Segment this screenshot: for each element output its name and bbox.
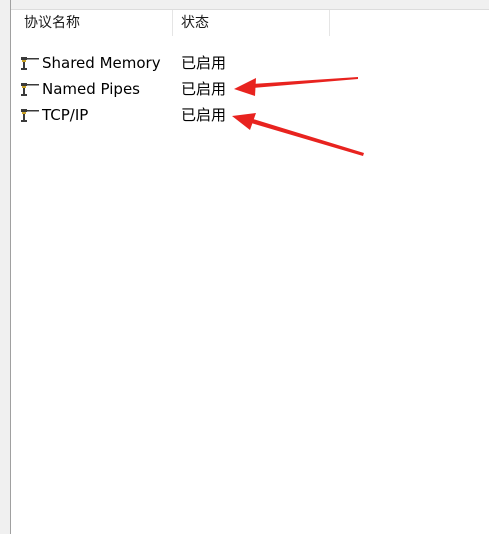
protocol-icon [21, 109, 39, 122]
protocol-icon [21, 57, 39, 70]
protocol-name-label: Named Pipes [42, 80, 140, 98]
column-header-status[interactable]: 状态 [172, 10, 329, 36]
list-item-named-pipes[interactable]: Named Pipes 已启用 [11, 76, 489, 102]
protocol-status-cell: 已启用 [181, 80, 227, 98]
protocol-list-view[interactable]: 协议名称 状态 Shared Memory 已启用 Named Pipes 已启… [11, 9, 489, 535]
protocol-list-window: 协议名称 状态 Shared Memory 已启用 Named Pipes 已启… [0, 0, 489, 535]
protocol-name-label: Shared Memory [42, 54, 161, 72]
tree-pane-edge [0, 0, 11, 534]
protocol-name-label: TCP/IP [42, 106, 89, 124]
top-border [0, 0, 489, 9]
protocol-status-cell: 已启用 [181, 54, 227, 72]
protocol-status-cell: 已启用 [181, 106, 227, 124]
list-item-tcp-ip[interactable]: TCP/IP 已启用 [11, 102, 489, 128]
protocol-name-cell: Named Pipes [20, 76, 140, 102]
list-item-shared-memory[interactable]: Shared Memory 已启用 [11, 50, 489, 76]
protocol-name-cell: Shared Memory [20, 50, 161, 76]
protocol-name-cell: TCP/IP [20, 102, 88, 128]
column-header-protocol-name[interactable]: 协议名称 [11, 10, 172, 36]
list-header: 协议名称 状态 [11, 10, 489, 36]
column-header-empty[interactable] [329, 10, 489, 36]
protocol-icon [21, 83, 39, 96]
